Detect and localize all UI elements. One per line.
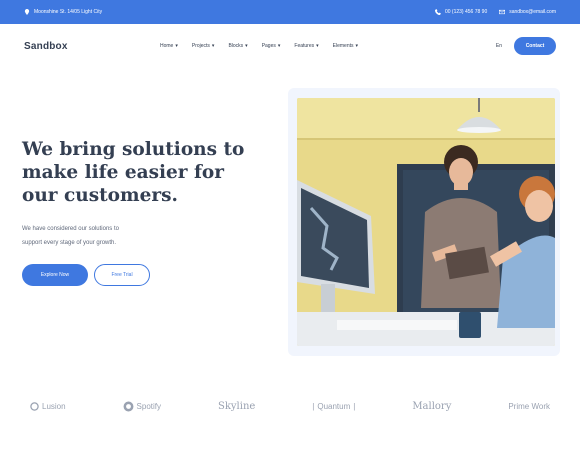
menu-item-blocks[interactable]: Blocks ▾ (228, 43, 247, 49)
main-navbar: Sandbox Home ▾ Projects ▾ Blocks ▾ Pages ▾ F… (0, 24, 580, 68)
client-logo: Mallory (412, 400, 452, 412)
client-logo: Lusion (30, 402, 66, 411)
email-icon (499, 9, 506, 15)
chevron-down-icon: ▾ (175, 43, 178, 49)
explore-button[interactable]: Explore Now (22, 264, 88, 286)
client-logo: Spotify (123, 401, 161, 412)
free-trial-button[interactable]: Free Trial (94, 264, 150, 286)
chevron-down-icon: ▾ (277, 43, 281, 49)
phone-icon (434, 9, 441, 15)
menu-item-home[interactable]: Home ▾ (160, 43, 178, 49)
hero-subtitle: We have considered our solutions to supp… (22, 226, 119, 246)
main-menu: Home ▾ Projects ▾ Blocks ▾ Pages ▾ Features ▾… (160, 43, 496, 49)
phone-group[interactable]: 00 (123) 456 78 90 (434, 9, 488, 15)
email-text: sandbox@email.com (509, 9, 556, 15)
address-group: Moonshine St. 14/05 Light City (24, 9, 102, 15)
circle-logo-icon (30, 401, 39, 411)
chevron-down-icon: ▾ (355, 43, 358, 49)
hero-photo-illustration (297, 98, 555, 346)
chevron-down-icon: ▾ (316, 43, 319, 49)
menu-item-projects[interactable]: Projects ▾ (192, 43, 215, 49)
language-selector[interactable]: En (496, 43, 502, 49)
chevron-down-icon: ▾ (245, 43, 248, 49)
chevron-down-icon: ▾ (211, 43, 215, 49)
client-logos: Lusion Spotify Skyline | Quantum | Mallory… (30, 394, 550, 418)
spiral-logo-icon (123, 401, 133, 411)
client-logo: Prime Work (508, 401, 550, 411)
client-logo: Skyline (217, 400, 256, 412)
contact-button[interactable]: Contact (514, 37, 556, 55)
menu-item-elements[interactable]: Elements ▾ (333, 43, 358, 49)
hero-image (297, 98, 555, 346)
phone-text: 00 (123) 456 78 90 (444, 9, 488, 15)
address-text: Moonshine St. 14/05 Light City (34, 9, 103, 15)
location-pin-icon (24, 9, 30, 15)
email-group[interactable]: sandbox@email.com (499, 9, 556, 15)
menu-item-pages[interactable]: Pages ▾ (262, 43, 281, 49)
client-logo: | Quantum | (312, 401, 356, 411)
menu-item-features[interactable]: Features ▾ (294, 43, 318, 49)
top-info-bar: Moonshine St. 14/05 Light City 00 (123) … (0, 0, 580, 24)
hero-title: We bring solutions to make life easier f… (22, 139, 245, 206)
logo[interactable]: Sandbox (24, 41, 154, 52)
